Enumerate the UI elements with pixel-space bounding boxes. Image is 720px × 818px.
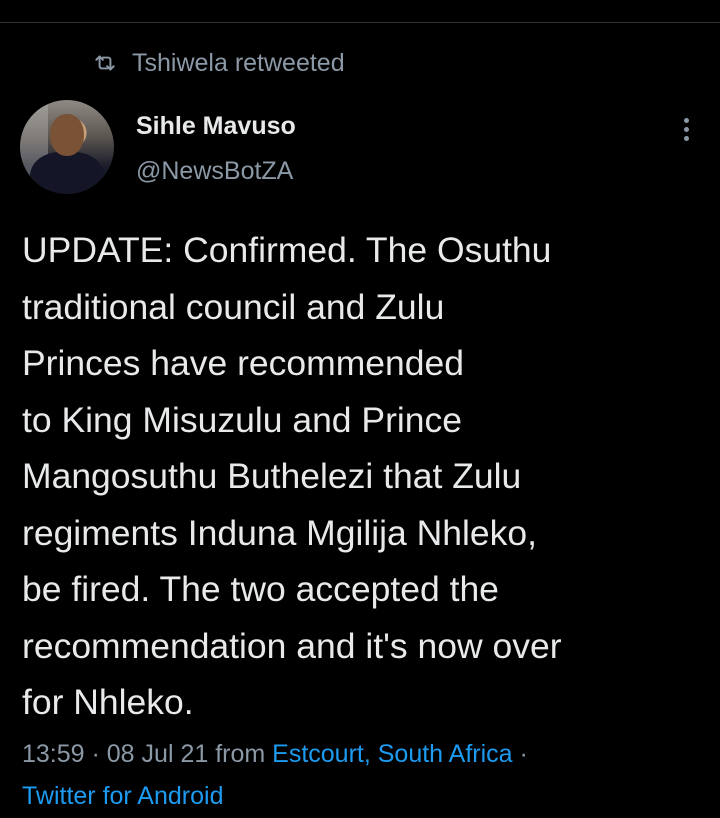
avatar[interactable] [20,100,114,194]
more-options-button[interactable] [672,113,700,145]
author-name[interactable]: Sihle Mavuso [136,112,296,141]
more-vertical-icon [683,117,689,123]
tweet-date: 08 Jul 21 [106,740,209,768]
tweet-text: UPDATE: Confirmed. The Osuthu traditiona… [22,230,562,722]
author-handle[interactable]: @NewsBotZA [136,157,293,186]
retweet-context[interactable]: Tshiwela retweeted [92,46,345,80]
avatar-head [50,114,84,156]
top-divider [0,0,720,23]
more-vertical-icon-dot [683,126,689,132]
tweet-metadata: 13:59 · 08 Jul 21 from Estcourt, South A… [22,733,712,817]
retweet-label: Tshiwela retweeted [132,48,345,77]
source-link[interactable]: Twitter for Android [22,782,223,810]
separator: · [84,740,107,768]
separator: · [512,740,528,768]
tweet-time: 13:59 [22,740,85,768]
from-label: from [208,740,273,768]
retweet-icon [92,50,118,76]
location-link[interactable]: Estcourt, South Africa [272,740,512,768]
avatar-shoulders [30,152,104,194]
more-vertical-icon-dot [683,135,689,141]
